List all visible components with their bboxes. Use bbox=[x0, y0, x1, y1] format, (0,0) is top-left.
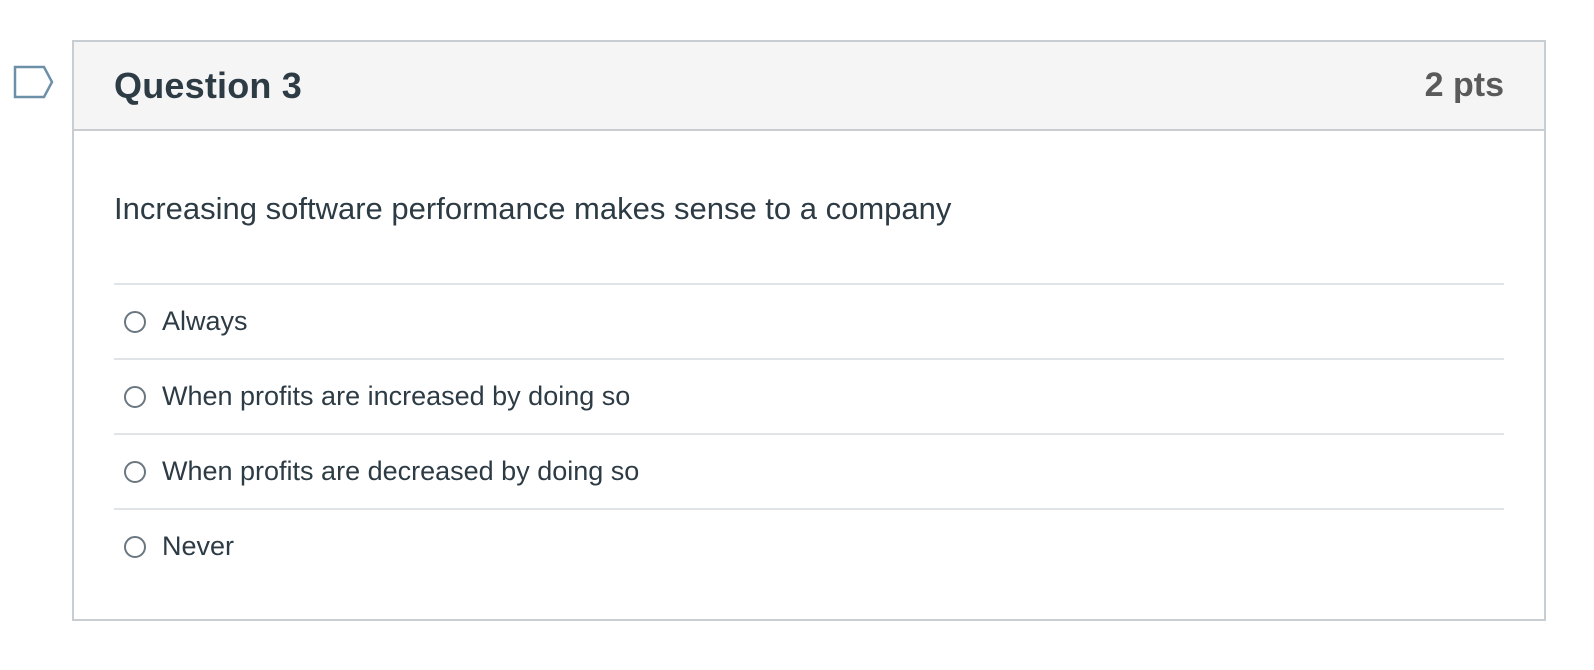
question-card: Question 3 2 pts Increasing software per… bbox=[72, 40, 1546, 621]
question-text: Increasing software performance makes se… bbox=[114, 191, 952, 226]
radio-button[interactable] bbox=[124, 310, 146, 333]
answer-label: Always bbox=[162, 306, 248, 336]
question-body: Increasing software performance makes se… bbox=[74, 193, 1544, 583]
answer-option[interactable]: Never bbox=[114, 510, 1504, 583]
radio-button[interactable] bbox=[124, 385, 146, 408]
radio-button[interactable] bbox=[124, 535, 146, 558]
answer-label: When profits are decreased by doing so bbox=[162, 456, 640, 486]
question-title: Question 3 bbox=[114, 64, 303, 106]
question-points: 2 pts bbox=[1424, 66, 1504, 104]
answer-option[interactable]: When profits are decreased by doing so bbox=[114, 435, 1504, 510]
radio-button[interactable] bbox=[124, 460, 146, 483]
answer-label: Never bbox=[162, 531, 235, 561]
question-header: Question 3 2 pts bbox=[74, 42, 1544, 131]
answer-option[interactable]: When profits are increased by doing so bbox=[114, 360, 1504, 435]
flag-question-icon[interactable] bbox=[13, 65, 55, 99]
answer-label: When profits are increased by doing so bbox=[162, 381, 631, 411]
quiz-page: Question 3 2 pts Increasing software per… bbox=[0, 0, 1594, 670]
answer-list: Always When profits are increased by doi… bbox=[114, 283, 1504, 583]
answer-option[interactable]: Always bbox=[114, 285, 1504, 360]
